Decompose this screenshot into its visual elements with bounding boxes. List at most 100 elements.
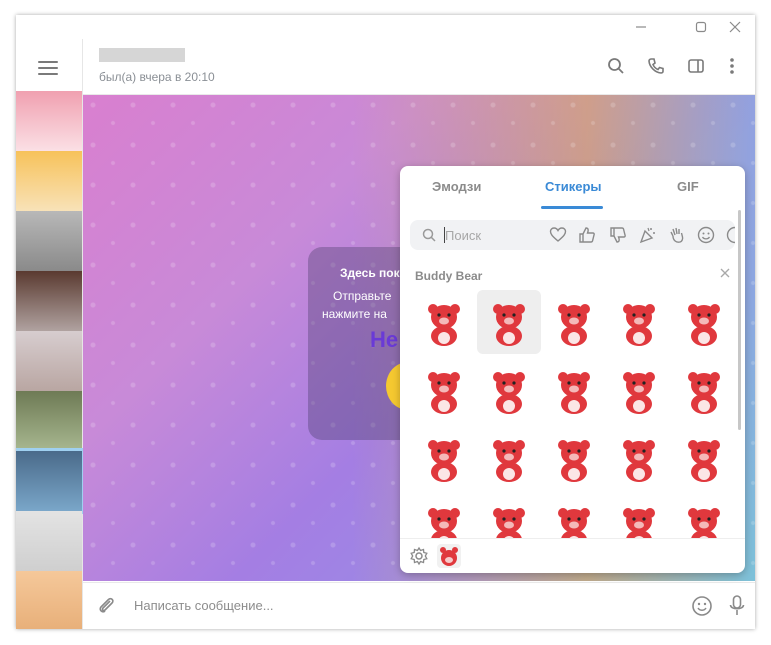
search-icon [608, 58, 624, 74]
tab-stickers[interactable]: Стикеры [545, 179, 602, 194]
sticker-item[interactable] [477, 290, 541, 354]
chat-avatar-item[interactable] [16, 211, 82, 271]
message-input[interactable]: Написать сообщение... [134, 598, 274, 613]
sticker-item[interactable] [477, 494, 541, 538]
sticker-item[interactable] [672, 290, 736, 354]
maximize-button[interactable] [685, 15, 717, 39]
sticker-search[interactable]: Поиск [410, 220, 735, 250]
sticker-panel: Эмодзи Стикеры GIF Поиск Buddy Bear [400, 166, 745, 573]
wave-hand-icon[interactable] [668, 226, 686, 244]
bear-sticker-icon [493, 372, 525, 414]
party-icon[interactable] [639, 226, 657, 244]
heart-icon[interactable] [549, 226, 567, 244]
sticker-item[interactable] [672, 358, 736, 422]
phone-icon [648, 58, 664, 74]
sticker-scrollbar[interactable] [738, 210, 741, 430]
last-seen-status: был(а) вчера в 20:10 [99, 70, 215, 84]
microphone-icon[interactable] [728, 594, 746, 618]
bear-sticker-icon [558, 372, 590, 414]
sticker-item[interactable] [607, 494, 671, 538]
chat-avatar-item-active[interactable] [16, 448, 85, 514]
minimize-icon [636, 26, 646, 28]
smile-icon[interactable] [697, 226, 715, 244]
active-tab-indicator [541, 206, 603, 209]
contact-name-blurred [99, 48, 185, 62]
sticker-item[interactable] [672, 494, 736, 538]
bear-sticker-icon [688, 440, 720, 482]
bear-sticker-icon [428, 440, 460, 482]
sticker-item[interactable] [607, 426, 671, 490]
bear-sticker-icon [688, 372, 720, 414]
bear-sticker-icon [558, 508, 590, 538]
bear-sticker-icon [428, 304, 460, 346]
placeholder-line: нажмите на [322, 307, 387, 321]
maximize-icon [695, 21, 707, 33]
sticker-item[interactable] [542, 494, 606, 538]
bear-sticker-icon [688, 304, 720, 346]
thumbs-down-icon[interactable] [609, 226, 627, 244]
tab-emoji[interactable]: Эмодзи [432, 179, 481, 194]
bear-sticker-icon [428, 508, 460, 538]
bear-sticker-icon [558, 440, 590, 482]
chat-header: был(а) вчера в 20:10 [83, 39, 755, 95]
sticker-grid [412, 290, 737, 538]
bear-sticker-icon [623, 304, 655, 346]
bear-sticker-icon [493, 508, 525, 538]
sidebar-panel-icon [688, 59, 704, 73]
tab-gif[interactable]: GIF [677, 179, 699, 194]
bear-sticker-icon [428, 372, 460, 414]
placeholder-line: Отправьте [333, 289, 392, 303]
sticker-item[interactable] [412, 290, 476, 354]
close-pack-button[interactable] [720, 265, 730, 281]
sticker-item[interactable] [412, 426, 476, 490]
bear-sticker-icon [493, 440, 525, 482]
more-categories-icon[interactable] [726, 226, 735, 244]
sticker-item[interactable] [542, 358, 606, 422]
sticker-item[interactable] [607, 358, 671, 422]
bear-sticker-icon [558, 304, 590, 346]
close-icon [729, 21, 741, 33]
chat-avatar-item[interactable] [16, 271, 82, 331]
title-bar [16, 15, 755, 39]
sticker-item[interactable] [477, 358, 541, 422]
bear-sticker-icon [623, 508, 655, 538]
chat-avatar-item[interactable] [16, 391, 82, 451]
bear-sticker-icon [623, 440, 655, 482]
call-button[interactable] [645, 55, 667, 77]
message-composer: Написать сообщение... [83, 582, 755, 629]
attach-icon[interactable] [97, 596, 117, 616]
placeholder-title: Здесь пок [340, 266, 400, 280]
sticker-item[interactable] [672, 426, 736, 490]
menu-icon[interactable] [38, 61, 58, 75]
sticker-item[interactable] [542, 290, 606, 354]
sidebar-toggle-button[interactable] [685, 55, 707, 77]
hello-sticker-text: He [370, 327, 399, 352]
close-icon [720, 268, 730, 278]
emoji-icon[interactable] [691, 595, 713, 617]
chat-avatar-item[interactable] [16, 151, 82, 211]
sticker-item[interactable] [412, 494, 476, 538]
search-button[interactable] [605, 55, 627, 77]
minimize-button[interactable] [625, 15, 657, 39]
panel-tabs: Эмодзи Стикеры GIF [400, 166, 745, 209]
chat-avatar-item[interactable] [16, 571, 82, 629]
bear-sticker-icon [493, 304, 525, 346]
chat-avatar-item[interactable] [16, 91, 82, 151]
sticker-item[interactable] [542, 426, 606, 490]
bear-sticker-icon [688, 508, 720, 538]
more-vertical-icon [730, 58, 734, 74]
search-input[interactable]: Поиск [445, 228, 481, 243]
chat-avatar-item[interactable] [16, 511, 82, 571]
buddy-bear-pack-icon[interactable] [437, 544, 461, 568]
sticker-item[interactable] [412, 358, 476, 422]
close-button[interactable] [719, 15, 751, 39]
thumbs-up-icon[interactable] [578, 226, 596, 244]
gear-icon[interactable] [409, 546, 429, 566]
sticker-item[interactable] [607, 290, 671, 354]
panel-footer [400, 538, 745, 573]
chat-avatar-item[interactable] [16, 331, 82, 391]
chat-list-sidebar [16, 39, 85, 629]
sticker-item[interactable] [477, 426, 541, 490]
bear-sticker-icon [623, 372, 655, 414]
more-options-button[interactable] [721, 55, 743, 77]
